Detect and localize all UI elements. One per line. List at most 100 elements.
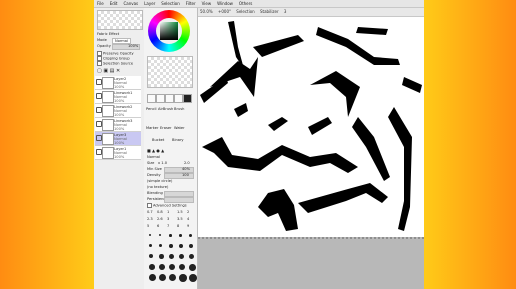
layer-row[interactable]: Linework1 Normal 100%: [95, 90, 141, 104]
tool-bucket[interactable]: Bucket: [152, 138, 164, 142]
menu-edit[interactable]: Edit: [110, 0, 118, 7]
layer-panel: Fabric Effect Mode Normal Opacity 100% P…: [94, 8, 145, 289]
advanced-settings-toggle[interactable]: Advanced Settings: [147, 203, 187, 208]
mode-label: Mode: [97, 38, 107, 42]
stroke: [388, 107, 412, 231]
layer-buttons[interactable]: ▢ ▣ ▤ ✕: [97, 68, 120, 74]
size-preset-label[interactable]: 3.5: [177, 217, 183, 221]
tool-eraser[interactable]: Eraser: [160, 126, 172, 130]
brush-size-dot[interactable]: [149, 234, 151, 236]
brush-size-dot[interactable]: [169, 234, 172, 237]
blend-mode[interactable]: Normal: [147, 155, 160, 159]
canvas-area[interactable]: 50.0% +000° Selection Stabilizer 3: [198, 8, 424, 289]
tool-brush[interactable]: Brush: [174, 107, 184, 111]
size-preset-label[interactable]: 0.7: [147, 210, 153, 214]
hand-tool-icon[interactable]: [174, 94, 183, 103]
brush-size-dot[interactable]: [169, 264, 176, 271]
stroke: [258, 189, 298, 231]
brush-size-dot[interactable]: [149, 254, 154, 259]
color-wheel[interactable]: [148, 10, 190, 52]
layer-thumbnail: [102, 91, 114, 103]
menu-window[interactable]: Window: [217, 0, 233, 7]
brush-size-dot[interactable]: [179, 234, 182, 237]
menu-layer[interactable]: Layer: [144, 0, 155, 7]
layer-row[interactable]: Linework2 Normal 100%: [95, 104, 141, 118]
brush-size-dot[interactable]: [159, 234, 162, 237]
brush-size-dot[interactable]: [159, 274, 167, 282]
brush-size-dot[interactable]: [159, 264, 165, 270]
size-preset-label[interactable]: 2: [187, 210, 189, 214]
color-swatch-area[interactable]: [147, 56, 193, 88]
size-multiplier[interactable]: x 1.0: [158, 161, 167, 165]
size-preset-label[interactable]: 1: [167, 210, 169, 214]
brush-size-dot[interactable]: [179, 264, 186, 271]
layer-row[interactable]: Layer1 Normal 100%: [95, 146, 141, 160]
brush-size-dot[interactable]: [189, 264, 196, 271]
brush-texture-select[interactable]: (no texture): [147, 185, 168, 189]
size-preset-label[interactable]: 9: [187, 224, 189, 228]
brush-size-dot[interactable]: [149, 274, 156, 281]
size-preset-label[interactable]: 4: [187, 217, 189, 221]
brush-size-dot[interactable]: [159, 244, 163, 248]
layer-row[interactable]: Layer2 Normal 100%: [95, 76, 141, 90]
selection-source-option[interactable]: Selection Source: [97, 61, 133, 66]
brush-size-dot[interactable]: [189, 254, 195, 260]
size-preset-label[interactable]: 8: [177, 224, 179, 228]
brush-size-presets: 0.7 0.8 1 1.5 2 2.3 2.6 3 3.5 4 5 6 7 8 9: [144, 210, 197, 289]
zoom-level[interactable]: 50.0%: [200, 9, 213, 14]
color-square[interactable]: [160, 22, 178, 40]
size-preset-label[interactable]: 6: [157, 224, 159, 228]
stroke: [228, 21, 244, 69]
stroke: [298, 183, 388, 213]
opacity-label: Opacity: [97, 44, 111, 48]
brush-size-dot[interactable]: [159, 254, 164, 259]
menu-canvas[interactable]: Canvas: [123, 0, 138, 7]
stroke: [253, 35, 304, 57]
size-preset-label[interactable]: 2.6: [157, 217, 163, 221]
size-preset-label[interactable]: 2.3: [147, 217, 153, 221]
primary-color-swatch[interactable]: [183, 94, 192, 103]
tool-water[interactable]: Water: [174, 126, 185, 130]
layer-thumbnail: [102, 119, 114, 131]
stroke: [356, 27, 388, 35]
brush-shape-icons[interactable]: ■ ▲ ● ▲: [147, 148, 164, 153]
rotate-tool-icon[interactable]: [165, 94, 174, 103]
menu-file[interactable]: File: [97, 0, 104, 7]
min-size-label: Min Size: [147, 167, 162, 171]
brush-size-dot[interactable]: [149, 264, 155, 270]
selection-label[interactable]: Selection: [236, 9, 254, 14]
brush-size-dot[interactable]: [169, 244, 173, 248]
brush-size-dot[interactable]: [169, 254, 174, 259]
brush-size-dot[interactable]: [189, 274, 197, 282]
zoom-tool-icon[interactable]: [156, 94, 165, 103]
brush-size-dot[interactable]: [179, 274, 187, 282]
angle-value[interactable]: +000°: [218, 9, 231, 14]
size-preset-label[interactable]: 1.5: [177, 210, 183, 214]
tool-binary[interactable]: Binary: [172, 138, 184, 142]
size-preset-label[interactable]: 0.8: [157, 210, 163, 214]
brush-size-dot[interactable]: [189, 244, 194, 249]
layer-row-selected[interactable]: Layer3 Normal 100%: [95, 132, 141, 146]
layer-row[interactable]: Linework3 Normal 100%: [95, 118, 141, 132]
tool-pencil[interactable]: Pencil: [146, 107, 157, 111]
brush-size-dot[interactable]: [189, 234, 192, 237]
move-tool-icon[interactable]: [147, 94, 156, 103]
size-preset-label[interactable]: 3: [167, 217, 169, 221]
menu-selection[interactable]: Selection: [161, 0, 179, 7]
brush-size-dot[interactable]: [169, 274, 177, 282]
stabilizer-value[interactable]: 3: [284, 9, 287, 14]
menu-others[interactable]: Others: [239, 0, 252, 7]
tool-marker[interactable]: Marker: [146, 126, 158, 130]
menu-view[interactable]: View: [202, 0, 212, 7]
stroke: [308, 117, 332, 135]
brush-size-dot[interactable]: [149, 244, 153, 248]
brush-size-dot[interactable]: [179, 254, 185, 260]
menu-filter[interactable]: Filter: [186, 0, 196, 7]
size-preset-label[interactable]: 5: [147, 224, 149, 228]
brush-shape-select[interactable]: (simple circle): [147, 179, 172, 183]
drawing-canvas[interactable]: [198, 17, 424, 237]
size-preset-label[interactable]: 7: [167, 224, 169, 228]
brush-size-dot[interactable]: [179, 244, 183, 248]
navigator-preview[interactable]: [97, 10, 143, 30]
tool-airbrush[interactable]: AirBrush: [158, 107, 173, 111]
